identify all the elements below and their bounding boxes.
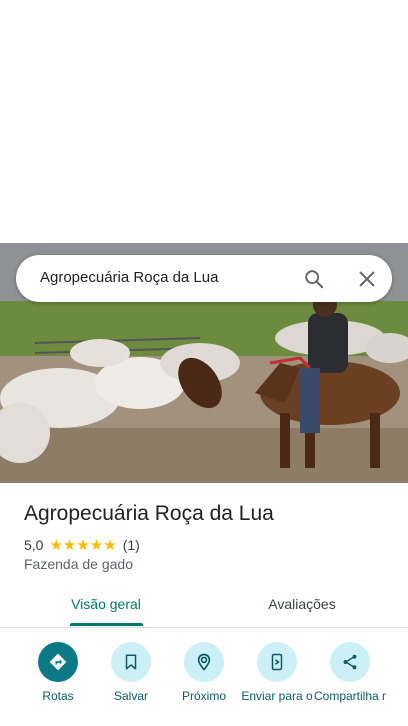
star-rating-icon: ★★★★★ xyxy=(49,537,117,554)
save-label: Salvar xyxy=(113,689,148,703)
save-button[interactable]: Salvar xyxy=(94,640,168,703)
close-icon[interactable] xyxy=(356,268,378,290)
share-icon xyxy=(330,642,370,682)
share-button[interactable]: Compartilha r xyxy=(313,640,387,703)
send-to-phone-icon xyxy=(257,642,297,682)
bookmark-icon xyxy=(111,642,151,682)
rating-row[interactable]: 5,0 ★★★★★ (1) xyxy=(24,536,140,554)
search-bar[interactable]: Agropecuária Roça da Lua xyxy=(16,255,392,302)
nearby-button[interactable]: Próximo xyxy=(167,640,241,703)
search-icon[interactable] xyxy=(303,268,325,290)
directions-button[interactable]: Rotas xyxy=(21,640,95,703)
directions-icon xyxy=(38,642,78,682)
nearby-icon xyxy=(184,642,224,682)
place-category: Fazenda de gado xyxy=(24,556,133,572)
place-title: Agropecuária Roça da Lua xyxy=(24,502,274,525)
rating-value: 5,0 xyxy=(24,537,44,553)
directions-label: Rotas xyxy=(42,689,74,703)
tab-reviews[interactable]: Avaliações xyxy=(200,596,404,612)
send-to-phone-button[interactable]: Enviar para o xyxy=(240,640,314,703)
nearby-label: Próximo xyxy=(181,689,226,703)
active-tab-indicator xyxy=(70,623,143,626)
tab-bar: Visão geral Avaliações xyxy=(0,586,408,628)
review-count[interactable]: (1) xyxy=(123,537,140,553)
share-label: Compartilha r xyxy=(313,689,387,703)
action-buttons: Rotas Salvar Próximo Enviar para o Compa… xyxy=(0,640,408,726)
send-to-phone-label: Enviar para o xyxy=(241,689,313,703)
tab-overview[interactable]: Visão geral xyxy=(4,596,208,612)
search-query[interactable]: Agropecuária Roça da Lua xyxy=(40,269,218,286)
